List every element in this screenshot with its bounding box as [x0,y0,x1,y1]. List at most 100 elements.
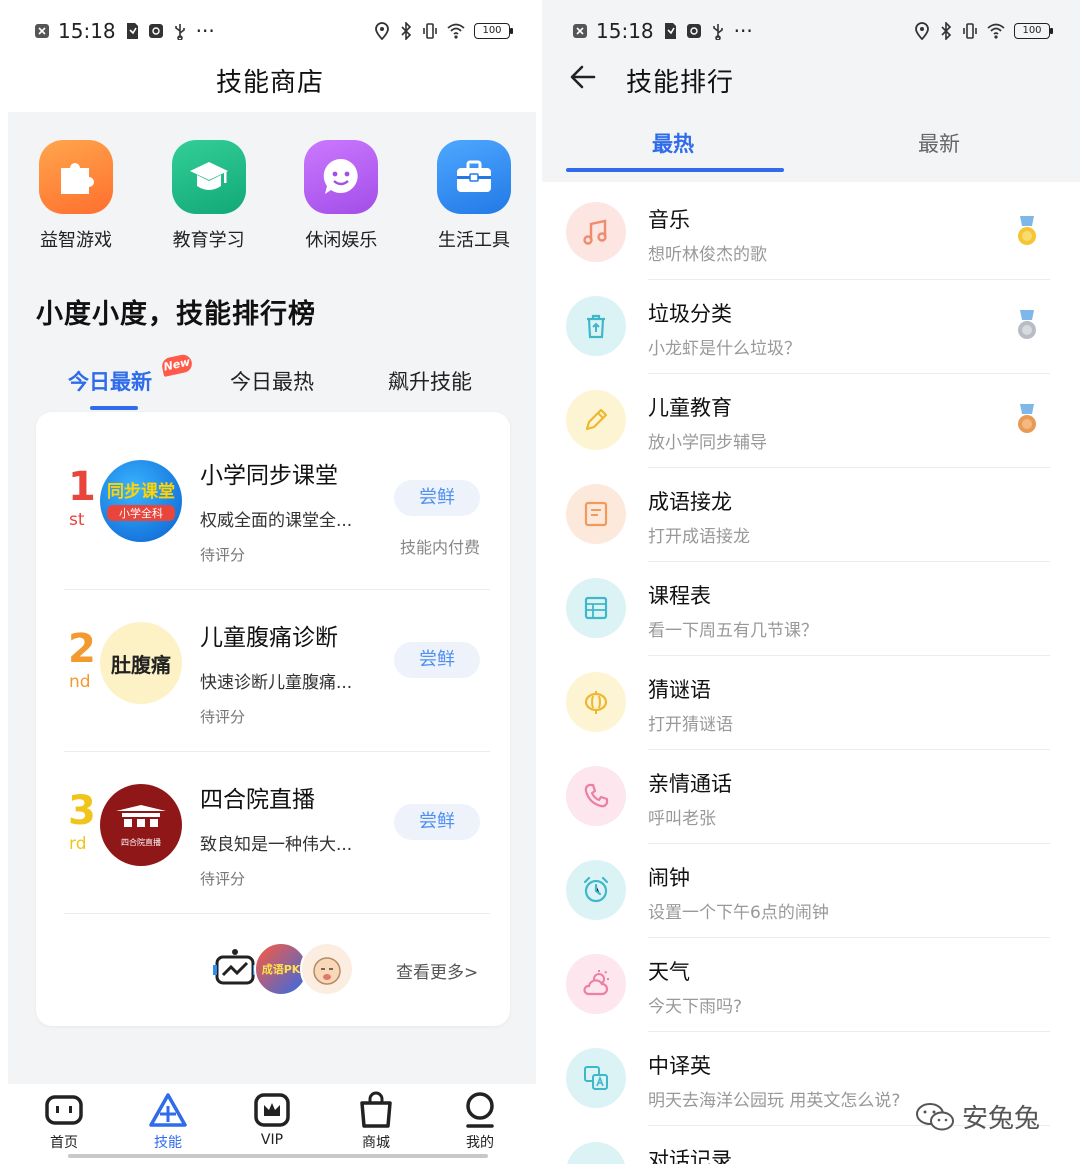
bluetooth-icon [941,22,952,40]
nav-label: VIP [260,1132,284,1148]
lantern-icon [566,672,626,732]
category-entertainment[interactable]: 休闲娱乐 [295,140,387,252]
category-life-tools[interactable]: 生活工具 [428,140,520,252]
watermark: 安兔兔 [914,1098,1040,1135]
skill-title: 四合院直播 [200,787,315,813]
tab-hottest[interactable]: 最热 [652,128,694,158]
skill-example: 打开成语接龙 [648,527,750,547]
back-arrow-icon[interactable] [568,62,598,92]
skill-name: 对话记录 [648,1148,732,1164]
translate-icon [566,1048,626,1108]
tab-rising-skills[interactable]: 飙升技能 [388,366,472,396]
vibrate-icon [423,23,437,39]
skill-name: 垃圾分类 [648,302,732,326]
skill-rating: 待评分 [200,546,246,564]
rank-number: 3 [68,788,96,834]
skill-example: 呼叫老张 [648,809,716,829]
idiom-book-icon [566,484,626,544]
smile-face-icon [304,140,379,214]
skill-store-screen: 15:18 ··· 100 技能商店 益智游戏 教育学习 休闲娱乐 生活工具 小… [0,0,540,1164]
list-item[interactable]: 音乐 想听林俊杰的歌 [542,186,1080,280]
list-item[interactable]: 垃圾分类 小龙虾是什么垃圾？ [542,280,1080,374]
nav-profile[interactable]: 我的 [450,1090,510,1164]
list-item[interactable]: 天气 今天下雨吗? [542,938,1080,1032]
category-label: 生活工具 [437,230,510,251]
skill-name: 亲情通话 [648,772,732,796]
ranking-item[interactable]: 3 rd 四合院直播 四合院直播 致良知是一种伟大... 待评分 尝鲜 [36,754,510,914]
list-item[interactable]: 成语接龙 打开成语接龙 [542,468,1080,562]
cartoon-face-icon [300,942,354,996]
page-title: 技能排行 [626,68,735,98]
skill-example: 今天下雨吗? [648,997,743,1017]
skill-example: 小龙虾是什么垃圾？ [648,339,801,359]
nav-label: 技能 [154,1135,182,1151]
crown-icon [251,1090,293,1130]
rank-suffix: rd [69,834,87,854]
view-more-link[interactable]: 查看更多> [396,958,478,983]
ranking-tabs: 今日最新 New 今日最热 飙升技能 [36,353,506,410]
triangle-skill-icon [147,1090,189,1130]
nav-mall[interactable]: 商城 [346,1090,406,1164]
skill-example: 想听林俊杰的歌 [648,245,767,265]
divider [64,913,490,914]
skill-title: 儿童腹痛诊断 [200,625,338,651]
ranking-item[interactable]: 1 st 同步课堂 小学全科 小学同步课堂 权威全面的课堂全... 待评分 尝鲜… [36,430,510,590]
category-puzzle-games[interactable]: 益智游戏 [30,140,122,252]
thumbnail-text: 同步课堂 [107,481,175,502]
tab-today-hottest[interactable]: 今日最热 [230,366,314,396]
skill-name: 课程表 [648,584,711,608]
rank-suffix: st [69,510,85,530]
skill-description: 快速诊断儿童腹痛... [200,673,353,693]
skill-description: 致良知是一种伟大... [200,835,353,855]
battery-indicator: 100 [1014,23,1053,39]
list-item[interactable]: 儿童教育 放小学同步辅导 [542,374,1080,468]
skill-thumbnail: 同步课堂 小学全科 [100,460,182,542]
try-button[interactable]: 尝鲜 [394,480,480,516]
active-tab-indicator [90,406,138,410]
nav-skills[interactable]: 技能 [138,1090,198,1164]
nav-home[interactable]: 首页 [34,1090,94,1164]
weather-icon [566,954,626,1014]
phone-icon [566,766,626,826]
home-indicator [68,1154,488,1158]
try-button[interactable]: 尝鲜 [394,804,480,840]
tab-today-newest[interactable]: 今日最新 [68,366,152,396]
bottom-navigation: 首页 技能 VIP 商城 我的 [8,1084,536,1164]
try-button[interactable]: 尝鲜 [394,642,480,678]
list-item[interactable]: 闹钟 设置一个下午6点的闹钟 [542,844,1080,938]
more-status-icon: ··· [195,19,215,43]
category-label: 休闲娱乐 [305,230,378,251]
thumbnail-text: 肚腹痛 [111,652,171,677]
profile-icon [459,1090,501,1130]
more-skill-icons: 成语PK [208,942,354,996]
watermark-text: 安兔兔 [962,1104,1041,1134]
list-item[interactable]: 亲情通话 呼叫老张 [542,750,1080,844]
view-more-row[interactable]: 成语PK 查看更多> [36,932,510,1012]
nav-label: 首页 [50,1135,78,1151]
category-education[interactable]: 教育学习 [163,140,255,252]
ranking-item[interactable]: 2 nd 肚腹痛 儿童腹痛诊断 快速诊断儿童腹痛... 待评分 尝鲜 [36,592,510,752]
nfc-icon [686,24,701,38]
list-item[interactable]: 猜谜语 打开猜谜语 [542,656,1080,750]
usb-icon [174,24,185,40]
skill-example: 设置一个下午6点的闹钟 [648,903,829,923]
sim-card-icon [664,23,676,39]
gate-icon [116,804,166,827]
bluetooth-icon [401,22,412,40]
divider [64,751,490,752]
music-note-icon [566,202,626,262]
graduation-cap-icon [171,140,246,214]
list-item[interactable]: 课程表 看一下周五有几节课？ [542,562,1080,656]
ranking-section-title: 小度小度，技能排行榜 [36,299,316,330]
location-icon [915,22,929,40]
active-tab-indicator [566,168,784,172]
toolbox-icon [436,140,511,214]
skill-example: 看一下周五有几节课？ [648,621,818,641]
skill-example: 打开猜谜语 [648,715,733,735]
nav-vip[interactable]: VIP [242,1090,302,1164]
tab-newest[interactable]: 最新 [918,128,960,158]
gold-medal-icon [1018,216,1036,245]
nav-label: 我的 [466,1135,494,1151]
pencil-icon [566,390,626,450]
puzzle-icon [39,140,113,214]
